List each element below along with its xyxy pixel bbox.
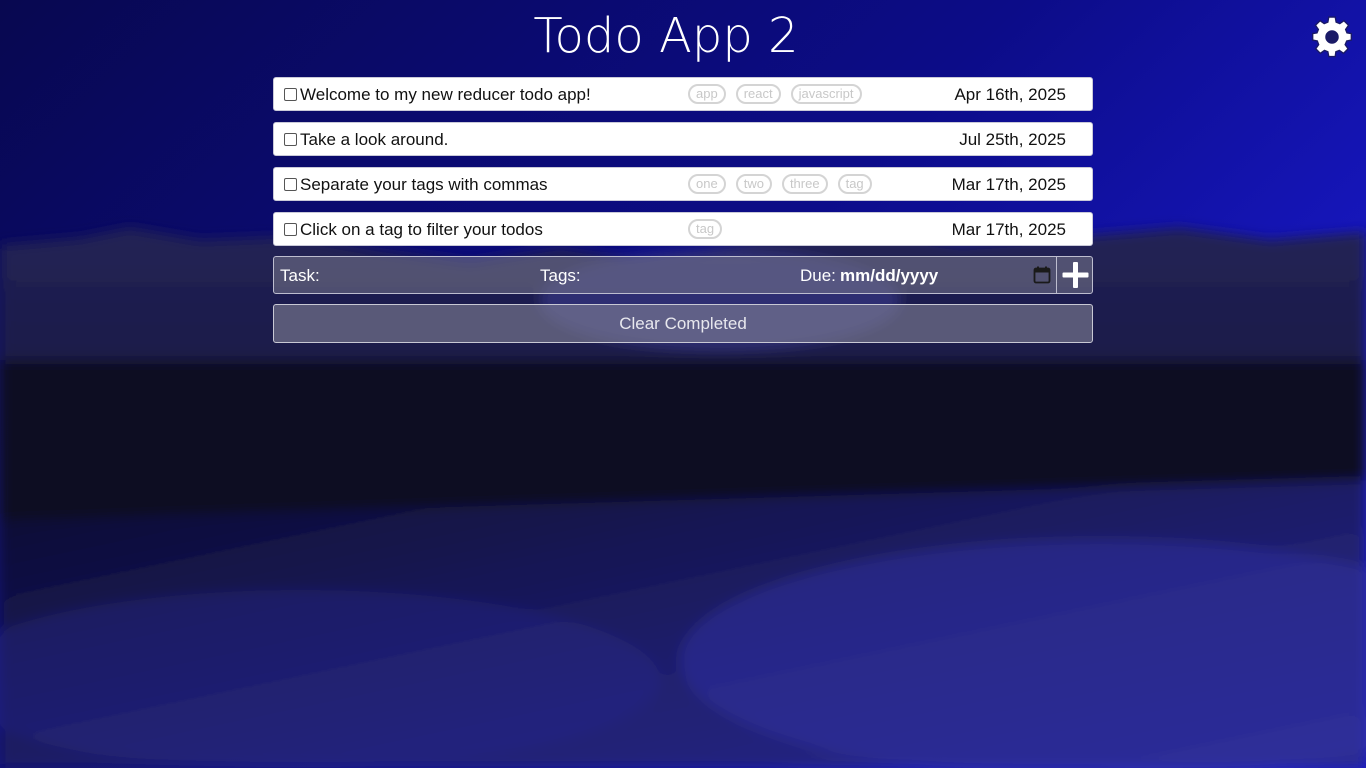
due-label: Due: xyxy=(800,266,836,285)
todo-checkbox[interactable] xyxy=(284,223,297,236)
todo-due-date: Mar 17th, 2025 xyxy=(951,220,1066,239)
calendar-icon xyxy=(1033,266,1051,284)
todo-due-date: Apr 16th, 2025 xyxy=(954,85,1066,104)
todo-due-date: Jul 25th, 2025 xyxy=(959,130,1066,149)
tag-chip[interactable]: one xyxy=(688,174,726,194)
tags-label: Tags: xyxy=(540,266,581,285)
todo-checkbox[interactable] xyxy=(284,133,297,146)
todo-item: Separate your tags with commas one two t… xyxy=(273,167,1093,201)
todo-tags: one two three tag xyxy=(688,174,872,194)
tag-chip[interactable]: three xyxy=(781,174,828,194)
task-label: Task: xyxy=(280,266,320,285)
todo-tags: tag xyxy=(688,219,723,239)
todo-item: Take a look around. Jul 25th, 2025 xyxy=(273,122,1093,156)
todo-due-date: Mar 17th, 2025 xyxy=(951,175,1066,194)
todo-checkbox[interactable] xyxy=(284,88,297,101)
tag-chip[interactable]: app xyxy=(688,84,726,104)
clear-completed-button[interactable]: Clear Completed xyxy=(273,304,1093,343)
task-input[interactable] xyxy=(326,261,530,291)
tag-chip[interactable]: react xyxy=(735,84,781,104)
todo-text: Welcome to my new reducer todo app! xyxy=(300,85,591,104)
tag-chip[interactable]: tag xyxy=(688,219,723,239)
todo-text: Click on a tag to filter your todos xyxy=(300,220,543,239)
gear-icon xyxy=(1311,16,1353,58)
todo-tags: app react javascript xyxy=(688,84,862,104)
todo-text: Take a look around. xyxy=(300,130,449,149)
settings-button[interactable] xyxy=(1310,15,1354,59)
tag-chip[interactable]: tag xyxy=(837,174,872,194)
tag-chip[interactable]: javascript xyxy=(790,84,862,104)
todo-item: Click on a tag to filter your todos tag … xyxy=(273,212,1093,246)
todo-item: Welcome to my new reducer todo app! app … xyxy=(273,77,1093,111)
tag-chip[interactable]: two xyxy=(735,174,772,194)
plus-icon xyxy=(1062,262,1089,288)
calendar-picker-button[interactable] xyxy=(1033,266,1051,284)
page-title: Todo App 2 xyxy=(533,8,799,64)
todo-text: Separate your tags with commas xyxy=(300,175,548,194)
due-date-input[interactable]: mm/dd/yyyy xyxy=(840,266,938,286)
todo-checkbox[interactable] xyxy=(284,178,297,191)
new-todo-form: Task: Tags: Due: mm/dd/yyyy xyxy=(273,256,1093,294)
todo-list: Welcome to my new reducer todo app! app … xyxy=(273,77,1093,257)
tags-input[interactable] xyxy=(586,261,790,291)
add-todo-button[interactable] xyxy=(1056,256,1093,294)
